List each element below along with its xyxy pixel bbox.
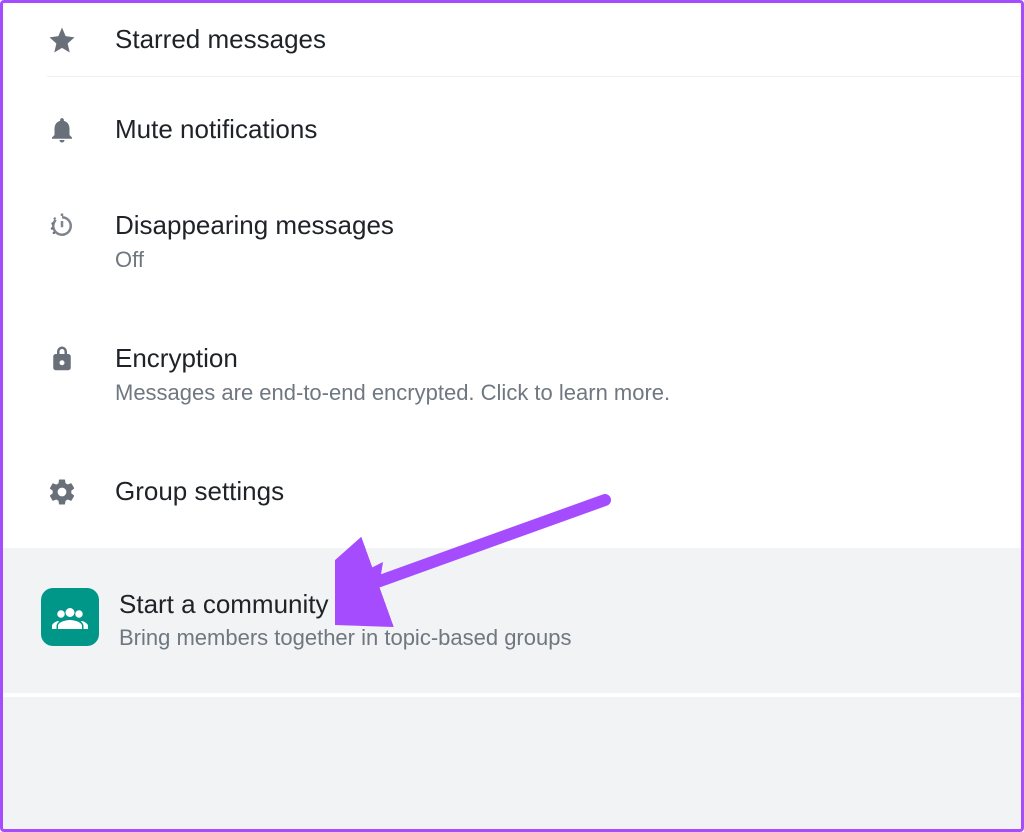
- starred-messages-item[interactable]: Starred messages: [3, 3, 1021, 76]
- star-icon: [47, 23, 115, 55]
- start-community-item[interactable]: Start a community Bring members together…: [3, 558, 1021, 693]
- encryption-desc: Messages are end-to-end encrypted. Click…: [115, 379, 977, 408]
- encryption-label: Encryption: [115, 342, 977, 375]
- disappearing-messages-label: Disappearing messages: [115, 209, 977, 242]
- start-community-subtitle: Bring members together in topic-based gr…: [119, 624, 981, 653]
- bottom-gap: [3, 697, 1021, 829]
- gear-icon: [47, 475, 115, 507]
- timer-icon: [47, 209, 115, 241]
- group-settings-item[interactable]: Group settings: [3, 435, 1021, 548]
- section-gap: [3, 548, 1021, 558]
- settings-panel: Starred messages Mute notifications Disa…: [0, 0, 1024, 832]
- community-icon: [41, 588, 99, 646]
- settings-list: Starred messages Mute notifications Disa…: [3, 3, 1021, 548]
- mute-notifications-label: Mute notifications: [115, 113, 977, 146]
- bell-icon: [47, 113, 115, 145]
- mute-notifications-item[interactable]: Mute notifications: [3, 77, 1021, 182]
- disappearing-messages-status: Off: [115, 246, 977, 275]
- encryption-item[interactable]: Encryption Messages are end-to-end encry…: [3, 302, 1021, 435]
- disappearing-messages-item[interactable]: Disappearing messages Off: [3, 181, 1021, 302]
- group-settings-label: Group settings: [115, 475, 977, 508]
- start-community-title: Start a community: [119, 588, 981, 621]
- lock-icon: [47, 342, 115, 374]
- starred-messages-label: Starred messages: [115, 23, 977, 56]
